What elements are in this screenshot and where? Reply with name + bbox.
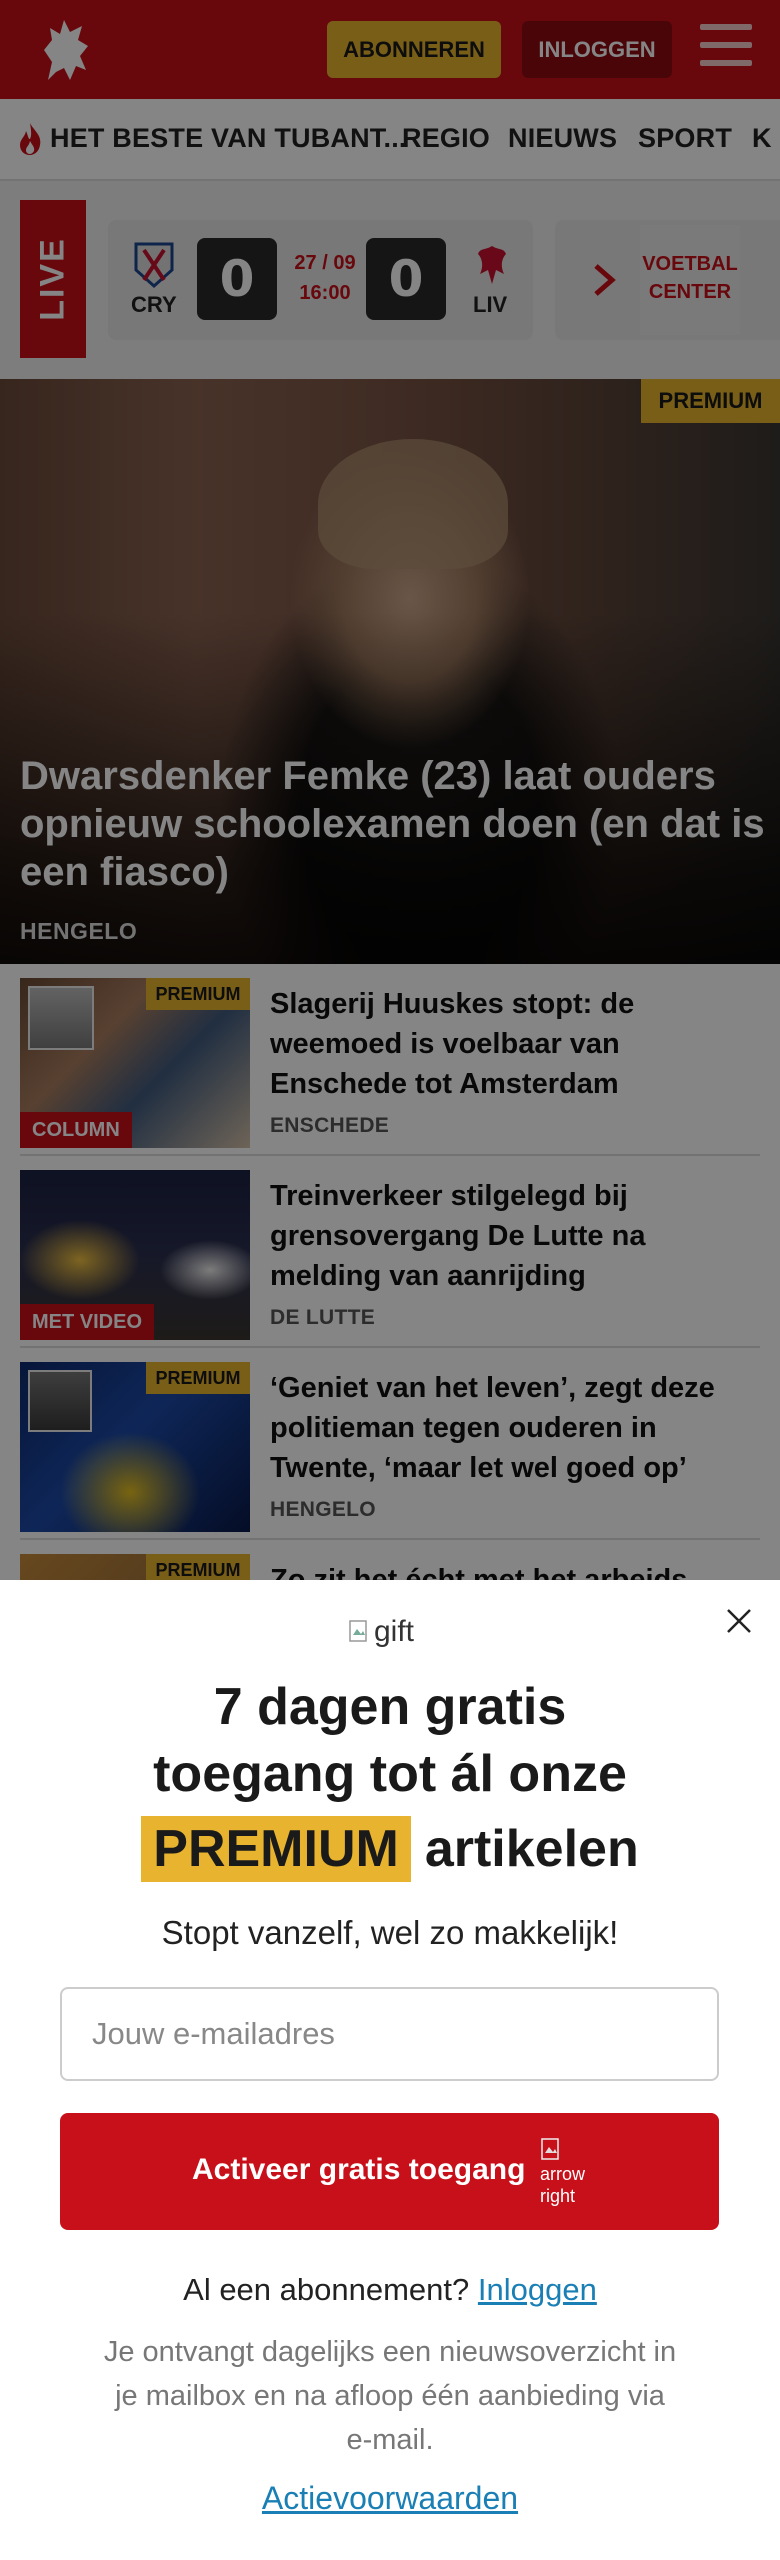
activate-trial-button[interactable]: Activeer gratis toegang arrow right — [60, 2113, 719, 2230]
email-field[interactable] — [60, 1987, 719, 2081]
arrow-right-icon: arrow right — [540, 2137, 590, 2211]
modal-subheading: Stopt vanzelf, wel zo makkelijk! — [161, 1914, 619, 1951]
gift-icon: gift — [348, 1612, 438, 1652]
terms-link[interactable]: Actievoorwaarden — [0, 2480, 780, 2517]
modal-heading-premium-line: PREMIUM artikelen — [0, 1816, 780, 1888]
modal-backdrop[interactable] — [0, 0, 780, 1580]
modal-login-link[interactable]: Inloggen — [478, 2272, 597, 2307]
existing-subscription-line: Al een abonnement? Inloggen — [183, 2272, 597, 2307]
newsletter-notice: Je ontvangt dagelijks een nieuwsoverzich… — [103, 2336, 677, 2456]
close-icon[interactable] — [724, 1606, 754, 1636]
modal-heading: 7 dagen gratis toegang tot ál onze — [153, 1678, 627, 1803]
premium-highlight: PREMIUM — [141, 1816, 411, 1883]
